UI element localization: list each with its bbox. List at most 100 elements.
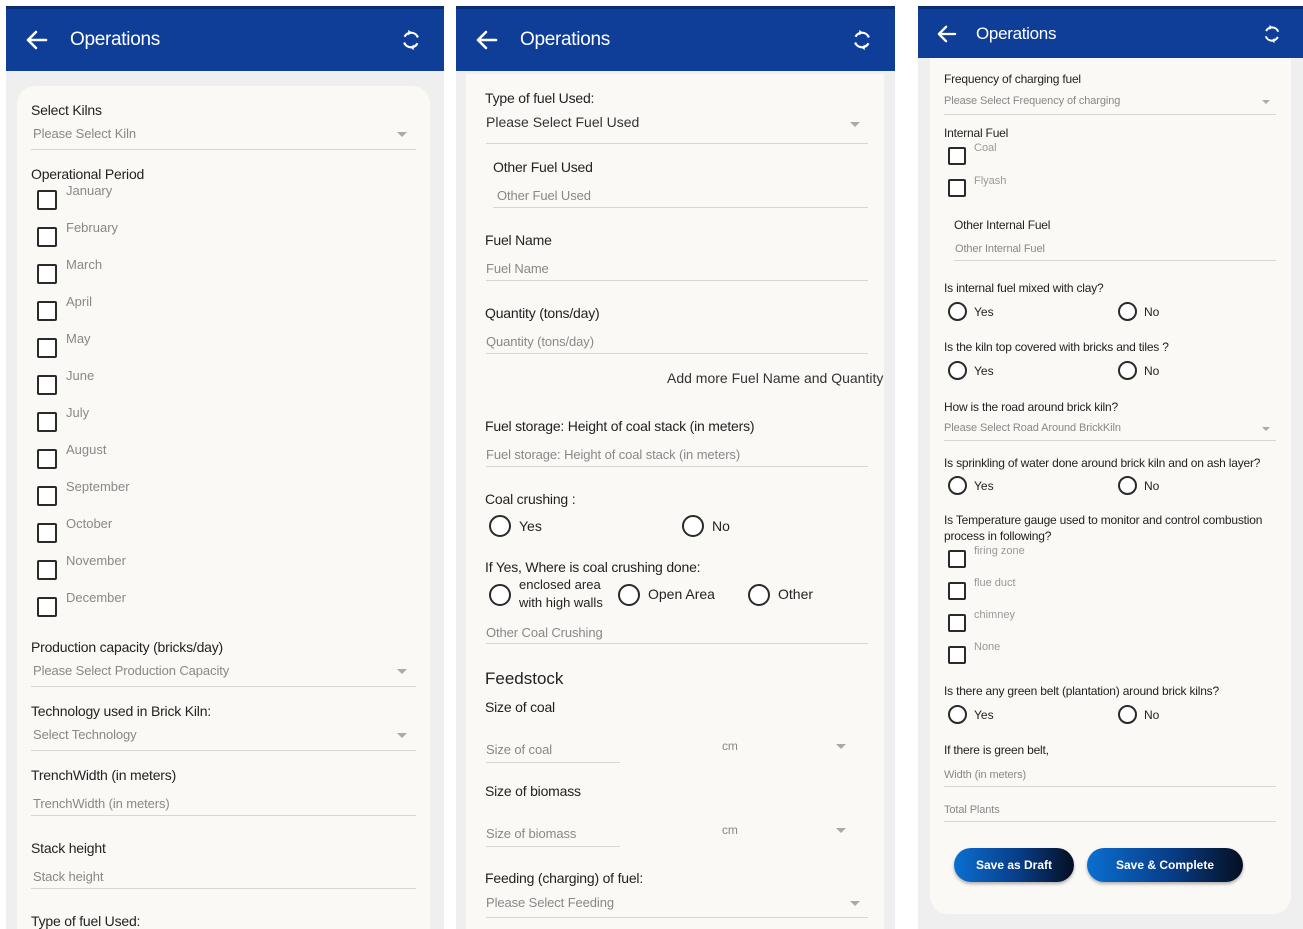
back-arrow-icon[interactable] bbox=[24, 27, 50, 53]
checkbox-november[interactable] bbox=[37, 560, 57, 580]
checkbox-label: May bbox=[66, 331, 91, 346]
radio-crushing-no[interactable] bbox=[682, 515, 704, 537]
checkbox-june[interactable] bbox=[37, 375, 57, 395]
other-fuel-input[interactable]: Other Fuel Used bbox=[497, 188, 591, 203]
temp-gauge-label: process in following? bbox=[944, 529, 1052, 543]
radio-mixed-no[interactable] bbox=[1118, 302, 1137, 321]
radio-sprinkling-yes[interactable] bbox=[948, 476, 967, 495]
checkbox-flue-duct[interactable] bbox=[948, 582, 966, 600]
operational-period-label: Operational Period bbox=[31, 166, 145, 182]
trench-width-label: TrenchWidth (in meters) bbox=[31, 767, 177, 783]
checkbox-label: Coal bbox=[974, 142, 997, 154]
other-crushing-input[interactable]: Other Coal Crushing bbox=[486, 625, 603, 640]
checkbox-october[interactable] bbox=[37, 523, 57, 543]
frequency-label: Frequency of charging fuel bbox=[944, 72, 1081, 86]
quantity-label: Quantity (tons/day) bbox=[485, 305, 600, 321]
size-biomass-input[interactable]: Size of biomass bbox=[486, 826, 576, 841]
radio-crushing-yes[interactable] bbox=[489, 515, 511, 537]
checkbox-august[interactable] bbox=[37, 449, 57, 469]
back-arrow-icon[interactable] bbox=[934, 21, 960, 47]
divider bbox=[31, 750, 416, 751]
checkbox-april[interactable] bbox=[37, 301, 57, 321]
radio-open-area[interactable] bbox=[618, 584, 640, 606]
checkbox-label: chimney bbox=[974, 609, 1015, 621]
fuel-name-label: Fuel Name bbox=[485, 232, 552, 248]
checkbox-december[interactable] bbox=[37, 597, 57, 617]
radio-label: Yes bbox=[974, 305, 994, 319]
divider bbox=[486, 353, 868, 354]
checkbox-flyash[interactable] bbox=[948, 179, 966, 197]
checkbox-july[interactable] bbox=[37, 412, 57, 432]
chevron-down-icon bbox=[850, 901, 860, 906]
road-dropdown[interactable]: Please Select Road Around BrickKiln bbox=[944, 422, 1121, 434]
page-title: Operations bbox=[520, 29, 610, 50]
add-more-fuel-link[interactable]: Add more Fuel Name and Quantity bbox=[667, 370, 883, 386]
radio-covered-no[interactable] bbox=[1118, 361, 1137, 380]
radio-label: enclosed area bbox=[519, 577, 601, 592]
other-internal-input[interactable]: Other Internal Fuel bbox=[955, 243, 1045, 255]
checkbox-march[interactable] bbox=[37, 264, 57, 284]
checkbox-label: August bbox=[66, 442, 107, 457]
screen-operations-2: Operations Type of fuel Used: Please Sel… bbox=[456, 6, 895, 929]
checkbox-label: February bbox=[66, 220, 119, 235]
checkbox-september[interactable] bbox=[37, 486, 57, 506]
checkbox-label: March bbox=[66, 257, 103, 272]
checkbox-february[interactable] bbox=[37, 227, 57, 247]
fuel-type-dropdown[interactable]: Please Select Fuel Used bbox=[486, 114, 639, 130]
radio-other[interactable] bbox=[748, 584, 770, 606]
sync-icon[interactable] bbox=[849, 27, 875, 53]
divider bbox=[944, 821, 1276, 822]
checkbox-coal[interactable] bbox=[948, 147, 966, 165]
technology-dropdown[interactable]: Select Technology bbox=[33, 727, 137, 742]
unit-dropdown[interactable]: cm bbox=[722, 739, 738, 753]
checkbox-may[interactable] bbox=[37, 338, 57, 358]
radio-enclosed-area[interactable] bbox=[489, 584, 511, 606]
radio-label: No bbox=[1144, 364, 1160, 378]
radio-label: Other bbox=[778, 586, 814, 602]
radio-mixed-yes[interactable] bbox=[948, 302, 967, 321]
stack-height-input[interactable]: Stack height bbox=[33, 869, 103, 884]
size-coal-input[interactable]: Size of coal bbox=[486, 742, 552, 757]
divider bbox=[944, 786, 1276, 787]
q-greenbelt-label: Is there any green belt (plantation) aro… bbox=[944, 684, 1219, 698]
radio-covered-yes[interactable] bbox=[948, 361, 967, 380]
radio-greenbelt-no[interactable] bbox=[1118, 705, 1137, 724]
fuel-storage-input[interactable]: Fuel storage: Height of coal stack (in m… bbox=[486, 447, 740, 462]
checkbox-chimney[interactable] bbox=[948, 614, 966, 632]
chevron-down-icon bbox=[836, 828, 846, 833]
trench-width-input[interactable]: TrenchWidth (in meters) bbox=[33, 796, 170, 811]
save-draft-button[interactable]: Save as Draft bbox=[954, 848, 1074, 882]
production-capacity-dropdown[interactable]: Please Select Production Capacity bbox=[33, 663, 229, 678]
page-title: Operations bbox=[70, 29, 160, 50]
feeding-dropdown[interactable]: Please Select Feeding bbox=[486, 895, 614, 910]
radio-greenbelt-yes[interactable] bbox=[948, 705, 967, 724]
fuel-name-input[interactable]: Fuel Name bbox=[486, 261, 549, 276]
checkbox-january[interactable] bbox=[37, 190, 57, 210]
sync-icon[interactable] bbox=[1259, 21, 1285, 47]
divider bbox=[954, 260, 1276, 261]
greenbelt-width-input[interactable]: Width (in meters) bbox=[944, 769, 1026, 781]
unit-dropdown[interactable]: cm bbox=[722, 823, 738, 837]
checkbox-label: firing zone bbox=[974, 545, 1025, 557]
checkbox-none[interactable] bbox=[948, 646, 966, 664]
checkbox-firing-zone[interactable] bbox=[948, 550, 966, 568]
page-title: Operations bbox=[976, 23, 1057, 43]
frequency-dropdown[interactable]: Please Select Frequency of charging bbox=[944, 95, 1120, 107]
divider bbox=[31, 686, 416, 687]
sync-icon[interactable] bbox=[398, 27, 424, 53]
chevron-down-icon bbox=[1262, 427, 1270, 431]
quantity-input[interactable]: Quantity (tons/day) bbox=[486, 334, 594, 349]
select-kilns-dropdown[interactable]: Please Select Kiln bbox=[33, 126, 136, 141]
back-arrow-icon[interactable] bbox=[474, 27, 500, 53]
divider bbox=[493, 207, 868, 208]
radio-sprinkling-no[interactable] bbox=[1118, 476, 1137, 495]
temp-gauge-label: Is Temperature gauge used to monitor and… bbox=[944, 513, 1263, 527]
screen-operations-1: Operations Select Kilns Please Select Ki… bbox=[6, 6, 444, 929]
screen-operations-3: Operations Frequency of charging fuel Pl… bbox=[918, 6, 1303, 929]
radio-label: Yes bbox=[974, 364, 994, 378]
radio-label: Yes bbox=[519, 518, 542, 534]
save-complete-button[interactable]: Save & Complete bbox=[1087, 848, 1243, 882]
divider bbox=[486, 280, 868, 281]
total-plants-input[interactable]: Total Plants bbox=[944, 804, 1000, 816]
chevron-down-icon bbox=[397, 132, 407, 137]
